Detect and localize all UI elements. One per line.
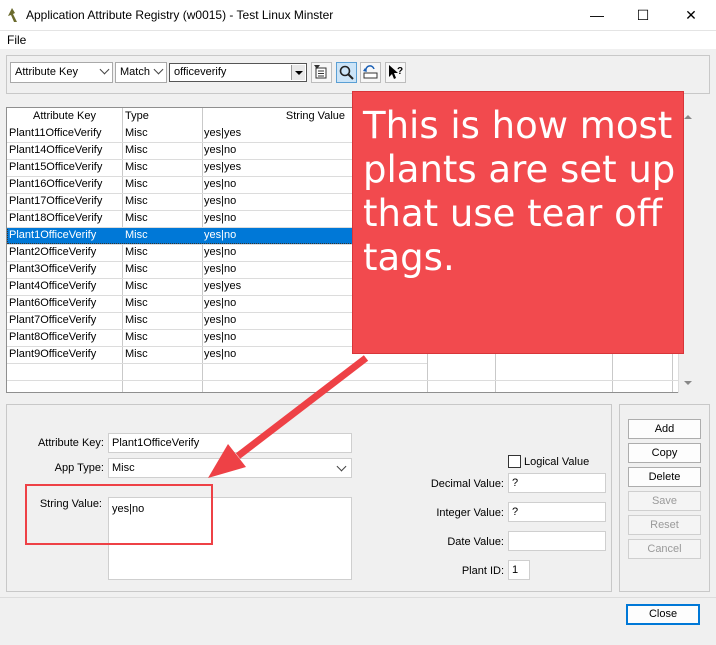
annotation-highlight-box xyxy=(25,484,213,545)
annotation-arrow-icon xyxy=(208,355,369,478)
